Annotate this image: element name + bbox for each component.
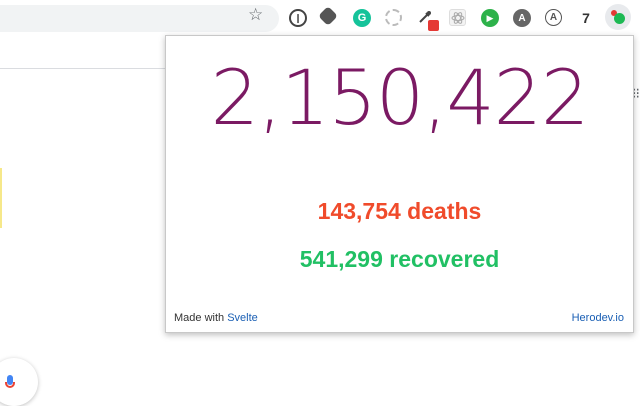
- browser-toolbar: ☆ ❙ G ▶ A A 7: [0, 0, 640, 36]
- react-devtools-icon[interactable]: [449, 9, 466, 26]
- address-bar[interactable]: [0, 5, 279, 32]
- onepassword-icon[interactable]: ❙: [289, 9, 307, 27]
- eyedropper-badge: [428, 20, 439, 31]
- grammarly-icon[interactable]: G: [353, 9, 371, 27]
- play-icon[interactable]: ▶: [481, 9, 499, 27]
- gear-extension-icon[interactable]: [318, 6, 338, 26]
- total-cases: 2,150,422: [210, 53, 590, 142]
- voice-search-button[interactable]: [0, 358, 38, 406]
- deaths-count: 143,754 deaths: [317, 198, 482, 224]
- dashed-circle-icon[interactable]: [385, 9, 402, 26]
- svelte-link[interactable]: Svelte: [227, 312, 258, 324]
- seven-icon[interactable]: 7: [577, 9, 595, 27]
- recovered-count: 541,299 recovered: [299, 246, 500, 272]
- page-edge-element: [0, 168, 2, 228]
- made-with-credit: Made with Svelte: [174, 312, 258, 324]
- herodev-link[interactable]: Herodev.io: [572, 312, 624, 324]
- bookmark-star-icon[interactable]: ☆: [248, 6, 263, 23]
- microphone-stand: [5, 382, 15, 388]
- extension-popup: 2,150,422 143,754 deaths 541,299 recover…: [165, 35, 634, 333]
- app-store-icon[interactable]: A: [513, 9, 531, 27]
- page-divider: [0, 68, 165, 69]
- circle-a-icon[interactable]: A: [545, 9, 562, 26]
- made-with-label: Made with: [174, 312, 225, 324]
- covid-tracker-icon[interactable]: [605, 4, 631, 30]
- green-dot: [614, 13, 625, 24]
